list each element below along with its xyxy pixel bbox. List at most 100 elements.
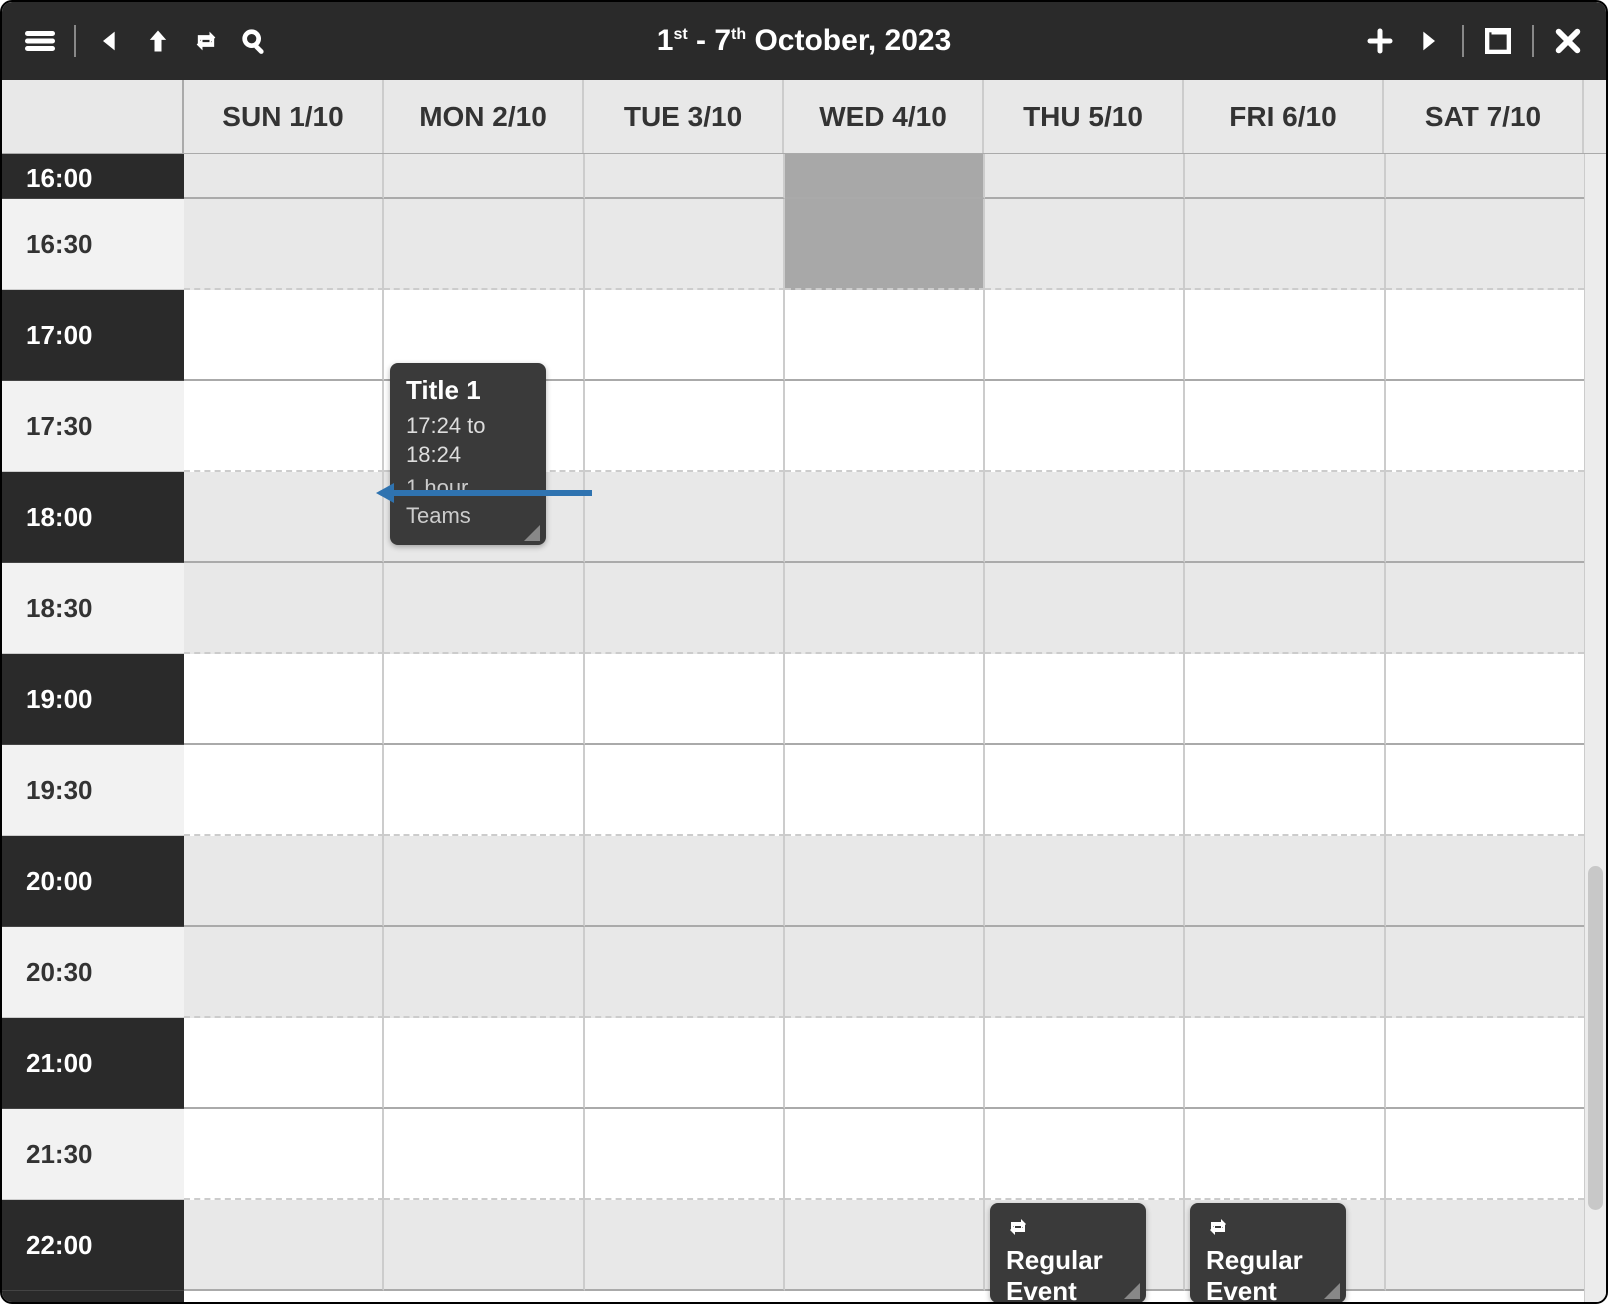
grid-cell[interactable] bbox=[785, 154, 985, 199]
day-header-tue[interactable]: TUE 3/10 bbox=[584, 80, 784, 153]
grid-cell[interactable] bbox=[1185, 472, 1385, 563]
calendar-event[interactable]: Regular Event bbox=[1190, 1203, 1346, 1302]
grid-cell[interactable] bbox=[1185, 290, 1385, 381]
grid-cell[interactable] bbox=[1386, 836, 1584, 927]
day-header-wed[interactable]: WED 4/10 bbox=[784, 80, 984, 153]
grid-cell[interactable] bbox=[785, 563, 985, 654]
grid-cell[interactable] bbox=[384, 654, 584, 745]
grid-cell[interactable] bbox=[1386, 290, 1584, 381]
grid-cell[interactable] bbox=[184, 1109, 384, 1200]
grid-cell[interactable] bbox=[184, 290, 384, 381]
grid-cell[interactable] bbox=[985, 927, 1185, 1018]
grid-cell[interactable] bbox=[1185, 836, 1385, 927]
grid-cell[interactable] bbox=[585, 927, 785, 1018]
grid-cell[interactable] bbox=[184, 472, 384, 563]
next-icon[interactable] bbox=[1410, 23, 1446, 59]
grid-cell[interactable] bbox=[585, 1200, 785, 1291]
grid-cell[interactable] bbox=[384, 927, 584, 1018]
calendar-event[interactable]: Title 117:24 to 18:241 hourTeams bbox=[390, 363, 546, 545]
grid-cell[interactable] bbox=[985, 290, 1185, 381]
grid-cell[interactable] bbox=[985, 472, 1185, 563]
grid-cell[interactable] bbox=[384, 836, 584, 927]
grid-cell[interactable] bbox=[1185, 154, 1385, 199]
grid-cell[interactable] bbox=[785, 199, 985, 290]
grid-cell[interactable] bbox=[785, 290, 985, 381]
grid-cell[interactable] bbox=[785, 654, 985, 745]
grid-cell[interactable] bbox=[1185, 927, 1385, 1018]
grid-cell[interactable] bbox=[184, 381, 384, 472]
grid-cell[interactable] bbox=[585, 199, 785, 290]
calendar-event[interactable]: Regular Event bbox=[990, 1203, 1146, 1302]
grid-cell[interactable] bbox=[785, 1018, 985, 1109]
grid-cell[interactable] bbox=[384, 1200, 584, 1291]
grid-cell[interactable] bbox=[985, 563, 1185, 654]
grid-cell[interactable] bbox=[585, 836, 785, 927]
grid-cell[interactable] bbox=[985, 381, 1185, 472]
grid-cell[interactable] bbox=[1386, 927, 1584, 1018]
grid-cell[interactable] bbox=[184, 154, 384, 199]
grid-cell[interactable] bbox=[1386, 472, 1584, 563]
grid-cell[interactable] bbox=[985, 654, 1185, 745]
grid-cell[interactable] bbox=[184, 1200, 384, 1291]
grid-cell[interactable] bbox=[985, 1018, 1185, 1109]
add-icon[interactable] bbox=[1362, 23, 1398, 59]
grid-cell[interactable] bbox=[184, 563, 384, 654]
grid-cell[interactable] bbox=[985, 745, 1185, 836]
grid-cell[interactable] bbox=[585, 381, 785, 472]
grid-cell[interactable] bbox=[785, 381, 985, 472]
day-header-fri[interactable]: FRI 6/10 bbox=[1184, 80, 1384, 153]
day-header-sun[interactable]: SUN 1/10 bbox=[184, 80, 384, 153]
grid-cell[interactable] bbox=[1386, 381, 1584, 472]
grid-cell[interactable] bbox=[785, 1109, 985, 1200]
grid-cell[interactable] bbox=[1185, 654, 1385, 745]
grid-cell[interactable] bbox=[585, 1109, 785, 1200]
scrollbar-thumb[interactable] bbox=[1588, 866, 1603, 1210]
grid-cell[interactable] bbox=[785, 472, 985, 563]
grid-cell[interactable] bbox=[384, 1018, 584, 1109]
grid-body[interactable]: Title 117:24 to 18:241 hourTeams Regular … bbox=[184, 154, 1584, 1302]
grid-cell[interactable] bbox=[1386, 654, 1584, 745]
grid-cell[interactable] bbox=[585, 290, 785, 381]
grid-cell[interactable] bbox=[585, 154, 785, 199]
grid-cell[interactable] bbox=[785, 927, 985, 1018]
day-header-mon[interactable]: MON 2/10 bbox=[384, 80, 584, 153]
grid-cell[interactable] bbox=[184, 1018, 384, 1109]
grid-cell[interactable] bbox=[184, 199, 384, 290]
vertical-scrollbar[interactable] bbox=[1584, 154, 1606, 1302]
grid-cell[interactable] bbox=[1386, 1200, 1584, 1291]
grid-cell[interactable] bbox=[585, 563, 785, 654]
search-icon[interactable] bbox=[236, 23, 272, 59]
grid-cell[interactable] bbox=[1386, 1109, 1584, 1200]
grid-cell[interactable] bbox=[384, 1109, 584, 1200]
today-icon[interactable] bbox=[140, 23, 176, 59]
grid-cell[interactable] bbox=[985, 154, 1185, 199]
grid-cell[interactable] bbox=[1386, 1018, 1584, 1109]
grid-cell[interactable] bbox=[1185, 199, 1385, 290]
grid-cell[interactable] bbox=[585, 472, 785, 563]
grid-cell[interactable] bbox=[1386, 154, 1584, 199]
grid-cell[interactable] bbox=[785, 1200, 985, 1291]
grid-cell[interactable] bbox=[184, 654, 384, 745]
fullscreen-icon[interactable] bbox=[1480, 23, 1516, 59]
grid-cell[interactable] bbox=[1185, 745, 1385, 836]
grid-cell[interactable] bbox=[384, 745, 584, 836]
prev-icon[interactable] bbox=[92, 23, 128, 59]
grid-cell[interactable] bbox=[1185, 381, 1385, 472]
grid-cell[interactable] bbox=[1386, 199, 1584, 290]
grid-cell[interactable] bbox=[985, 199, 1185, 290]
grid-cell[interactable] bbox=[985, 1109, 1185, 1200]
grid-cell[interactable] bbox=[384, 199, 584, 290]
menu-icon[interactable] bbox=[22, 23, 58, 59]
event-resize-handle[interactable] bbox=[1124, 1283, 1140, 1299]
grid-cell[interactable] bbox=[985, 836, 1185, 927]
grid-cell[interactable] bbox=[785, 836, 985, 927]
day-header-thu[interactable]: THU 5/10 bbox=[984, 80, 1184, 153]
grid-cell[interactable] bbox=[1185, 1018, 1385, 1109]
grid-cell[interactable] bbox=[585, 1018, 785, 1109]
recurring-icon[interactable] bbox=[188, 23, 224, 59]
grid-cell[interactable] bbox=[384, 154, 584, 199]
grid-cell[interactable] bbox=[585, 745, 785, 836]
event-resize-handle[interactable] bbox=[524, 525, 540, 541]
grid-cell[interactable] bbox=[1386, 563, 1584, 654]
grid-cell[interactable] bbox=[184, 836, 384, 927]
